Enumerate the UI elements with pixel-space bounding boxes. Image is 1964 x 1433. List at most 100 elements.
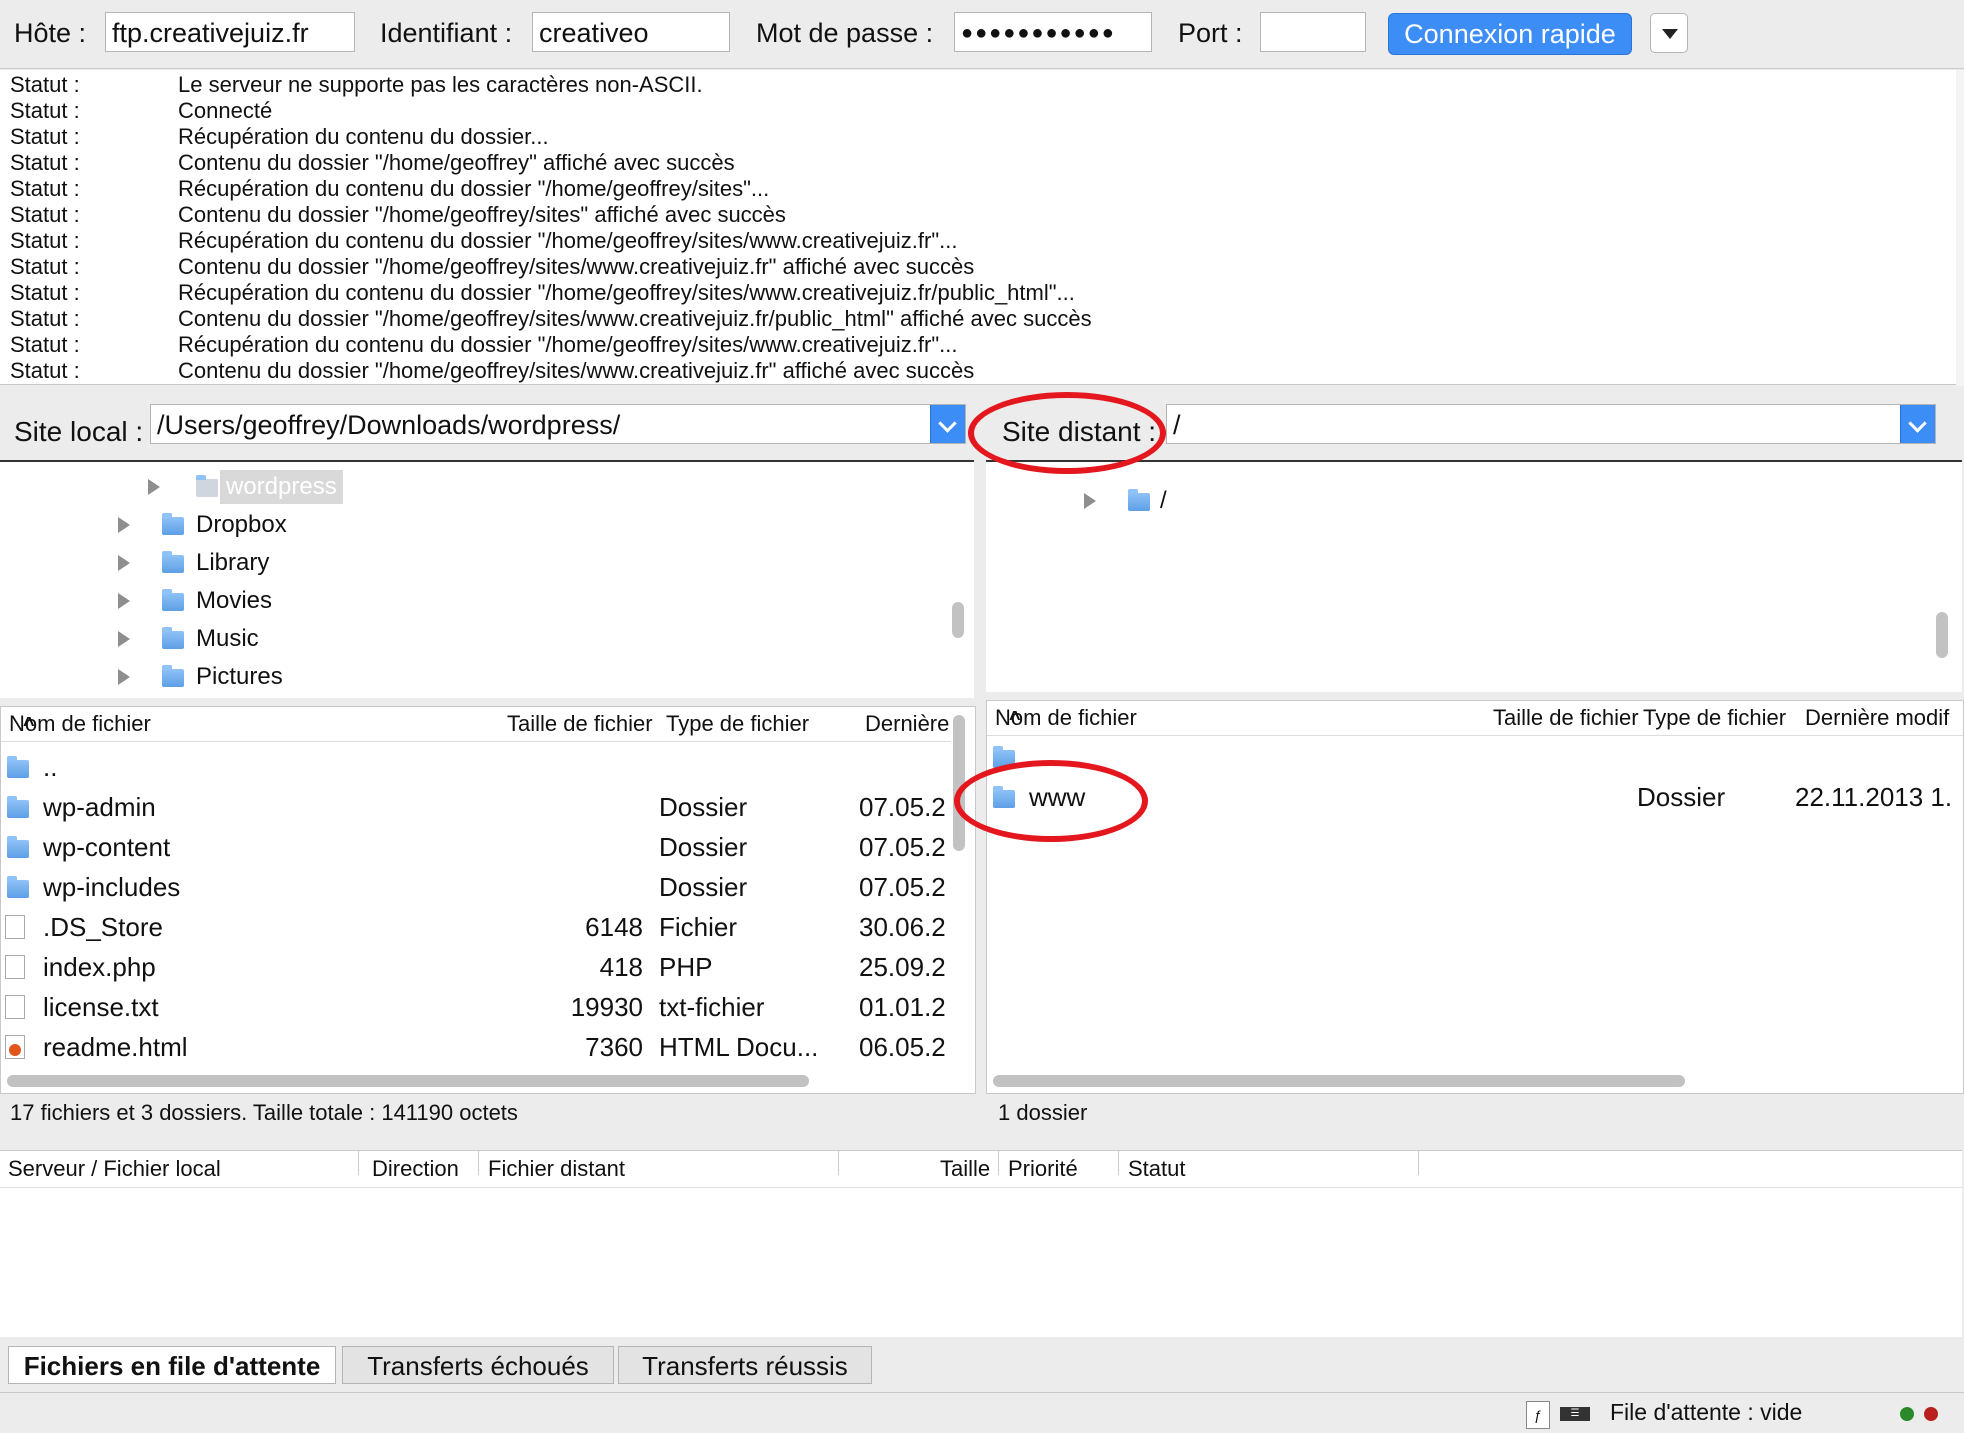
log-entry-message: Contenu du dossier "/home/geoffrey/sites… [178,202,786,227]
column-server-local-file[interactable]: Serveur / Fichier local [8,1151,221,1187]
remote-column-header: Nom de fichier ^ Taille de fichier Type d… [987,701,1963,736]
file-icon [5,955,25,979]
file-modified: 07.05.2 [859,832,946,862]
quickconnect-bar: Hôte : ftp.creativejuiz.fr Identifiant :… [0,0,1964,69]
local-tree-scrollbar[interactable] [952,602,964,638]
file-type: Dossier [1637,782,1726,812]
folder-icon [162,627,184,649]
expand-arrow-icon[interactable] [118,669,130,685]
file-row[interactable]: index.php 418 PHP 25.09.2 [1,947,951,987]
column-name[interactable]: Nom de fichier ^ [9,707,151,741]
queue-column-header: Serveur / Fichier local Direction Fichie… [0,1151,1962,1188]
file-type: txt-fichier [659,992,765,1022]
remote-status: 1 dossier [998,1100,1088,1125]
sort-ascending-icon: ^ [1009,708,1021,730]
file-name: .. [43,752,58,782]
quickconnect-history-dropdown[interactable] [1650,13,1688,53]
host-input[interactable]: ftp.creativejuiz.fr [105,12,355,52]
tab-failed-transfers[interactable]: Transferts échoués [342,1346,614,1384]
expand-arrow-icon[interactable] [118,593,130,609]
file-type: PHP [659,952,713,982]
local-column-header: Nom de fichier ^ Taille de fichier Type d… [1,707,951,742]
local-site-bar: Site local : /Users/geoffrey/Downloads/w… [0,396,976,464]
expand-arrow-icon[interactable] [118,631,130,647]
expand-arrow-icon[interactable] [148,479,160,495]
column-status[interactable]: Statut [1128,1151,1185,1187]
file-row[interactable]: license.txt 19930 txt-fichier 01.01.2 [1,987,951,1027]
folder-icon [162,589,184,611]
expand-arrow-icon[interactable] [1084,493,1096,509]
column-name[interactable]: Nom de fichier ^ [995,701,1137,735]
file-name: index.php [43,952,156,982]
remote-list-hscrollbar[interactable] [993,1075,1685,1087]
folder-icon [196,475,218,497]
host-label: Hôte : [14,18,87,48]
file-row[interactable]: .. [1,747,951,787]
folder-icon [7,876,29,898]
column-size[interactable]: Taille [940,1151,990,1187]
port-input[interactable] [1260,12,1366,52]
tree-item-label: Library [196,549,270,576]
folder-icon [7,756,29,778]
file-row[interactable]: readme.html 7360 HTML Docu... 06.05.2 [1,1027,951,1067]
log-entry-type: Statut : [10,124,80,149]
log-entry-type: Statut : [10,280,80,305]
remote-file-list[interactable]: Nom de fichier ^ Taille de fichier Type d… [986,700,1964,1094]
remote-path-dropdown[interactable] [1900,405,1935,443]
file-name: wp-admin [43,792,156,822]
quickconnect-button[interactable]: Connexion rapide [1388,13,1632,55]
column-type[interactable]: Type de fichier [1643,701,1786,735]
log-entry-type: Statut : [10,332,80,357]
speed-limit-icon[interactable]: ☰ [1560,1407,1590,1421]
local-list-hscrollbar[interactable] [7,1075,809,1087]
html-file-icon [5,1035,25,1059]
file-modified: 01.01.2 [859,992,946,1022]
column-remote-file[interactable]: Fichier distant [488,1151,625,1187]
column-date[interactable]: Dernière [865,707,949,741]
file-size: 19930 [570,992,643,1022]
tree-item-label: Movies [196,587,273,614]
file-row[interactable] [987,737,1963,777]
log-entry-type: Statut : [10,228,80,253]
column-date[interactable]: Dernière modif [1805,701,1949,735]
local-file-list[interactable]: Nom de fichier ^ Taille de fichier Type d… [0,706,976,1094]
log-scrollbar[interactable] [1956,70,1964,386]
folder-icon [162,665,184,687]
file-row[interactable]: wp-content Dossier 07.05.2 [1,827,951,867]
column-priority[interactable]: Priorité [1008,1151,1078,1187]
file-modified: 06.05.2 [859,1032,946,1062]
file-type: Dossier [659,792,748,822]
file-row[interactable]: wp-includes Dossier 07.05.2 [1,867,951,907]
file-row[interactable]: .DS_Store 6148 Fichier 30.06.2 [1,907,951,947]
transfer-queue[interactable]: Serveur / Fichier local Direction Fichie… [0,1150,1962,1337]
column-size[interactable]: Taille de fichier [507,707,653,741]
log-entry-type: Statut : [10,72,80,97]
remote-directory-tree[interactable]: / [986,460,1962,692]
local-directory-tree[interactable]: wordpress Dropbox Library Movies Music P… [0,460,974,698]
column-type[interactable]: Type de fichier [666,707,809,741]
tree-item-label: / [1160,487,1167,514]
log-entry-message: Contenu du dossier "/home/geoffrey/sites… [178,358,975,383]
filter-icon[interactable]: ƒ [1526,1401,1550,1429]
log-entry-type: Statut : [10,98,80,123]
remote-path-value: / [1173,410,1181,440]
column-direction[interactable]: Direction [372,1151,459,1187]
remote-tree-scrollbar[interactable] [1936,612,1948,658]
expand-arrow-icon[interactable] [118,555,130,571]
message-log[interactable]: Statut : Le serveur ne supporte pas les c… [0,70,1958,385]
password-input[interactable]: ●●●●●●●●●●● [954,12,1152,52]
remote-path-field[interactable]: / [1166,404,1936,444]
local-path-dropdown[interactable] [930,405,965,443]
expand-arrow-icon[interactable] [118,517,130,533]
user-input[interactable]: creativeo [532,12,730,52]
log-entry-message: Le serveur ne supporte pas les caractère… [178,72,703,97]
tab-successful-transfers[interactable]: Transferts réussis [618,1346,872,1384]
column-size[interactable]: Taille de fichier [1493,701,1639,735]
log-entry-message: Récupération du contenu du dossier... [178,124,549,149]
local-path-field[interactable]: /Users/geoffrey/Downloads/wordpress/ [150,404,966,444]
file-type: Dossier [659,872,748,902]
tab-queued-files[interactable]: Fichiers en file d'attente [8,1346,336,1384]
annotation-circle [954,760,1148,842]
file-row[interactable]: wp-admin Dossier 07.05.2 [1,787,951,827]
file-size: 6148 [585,912,643,942]
